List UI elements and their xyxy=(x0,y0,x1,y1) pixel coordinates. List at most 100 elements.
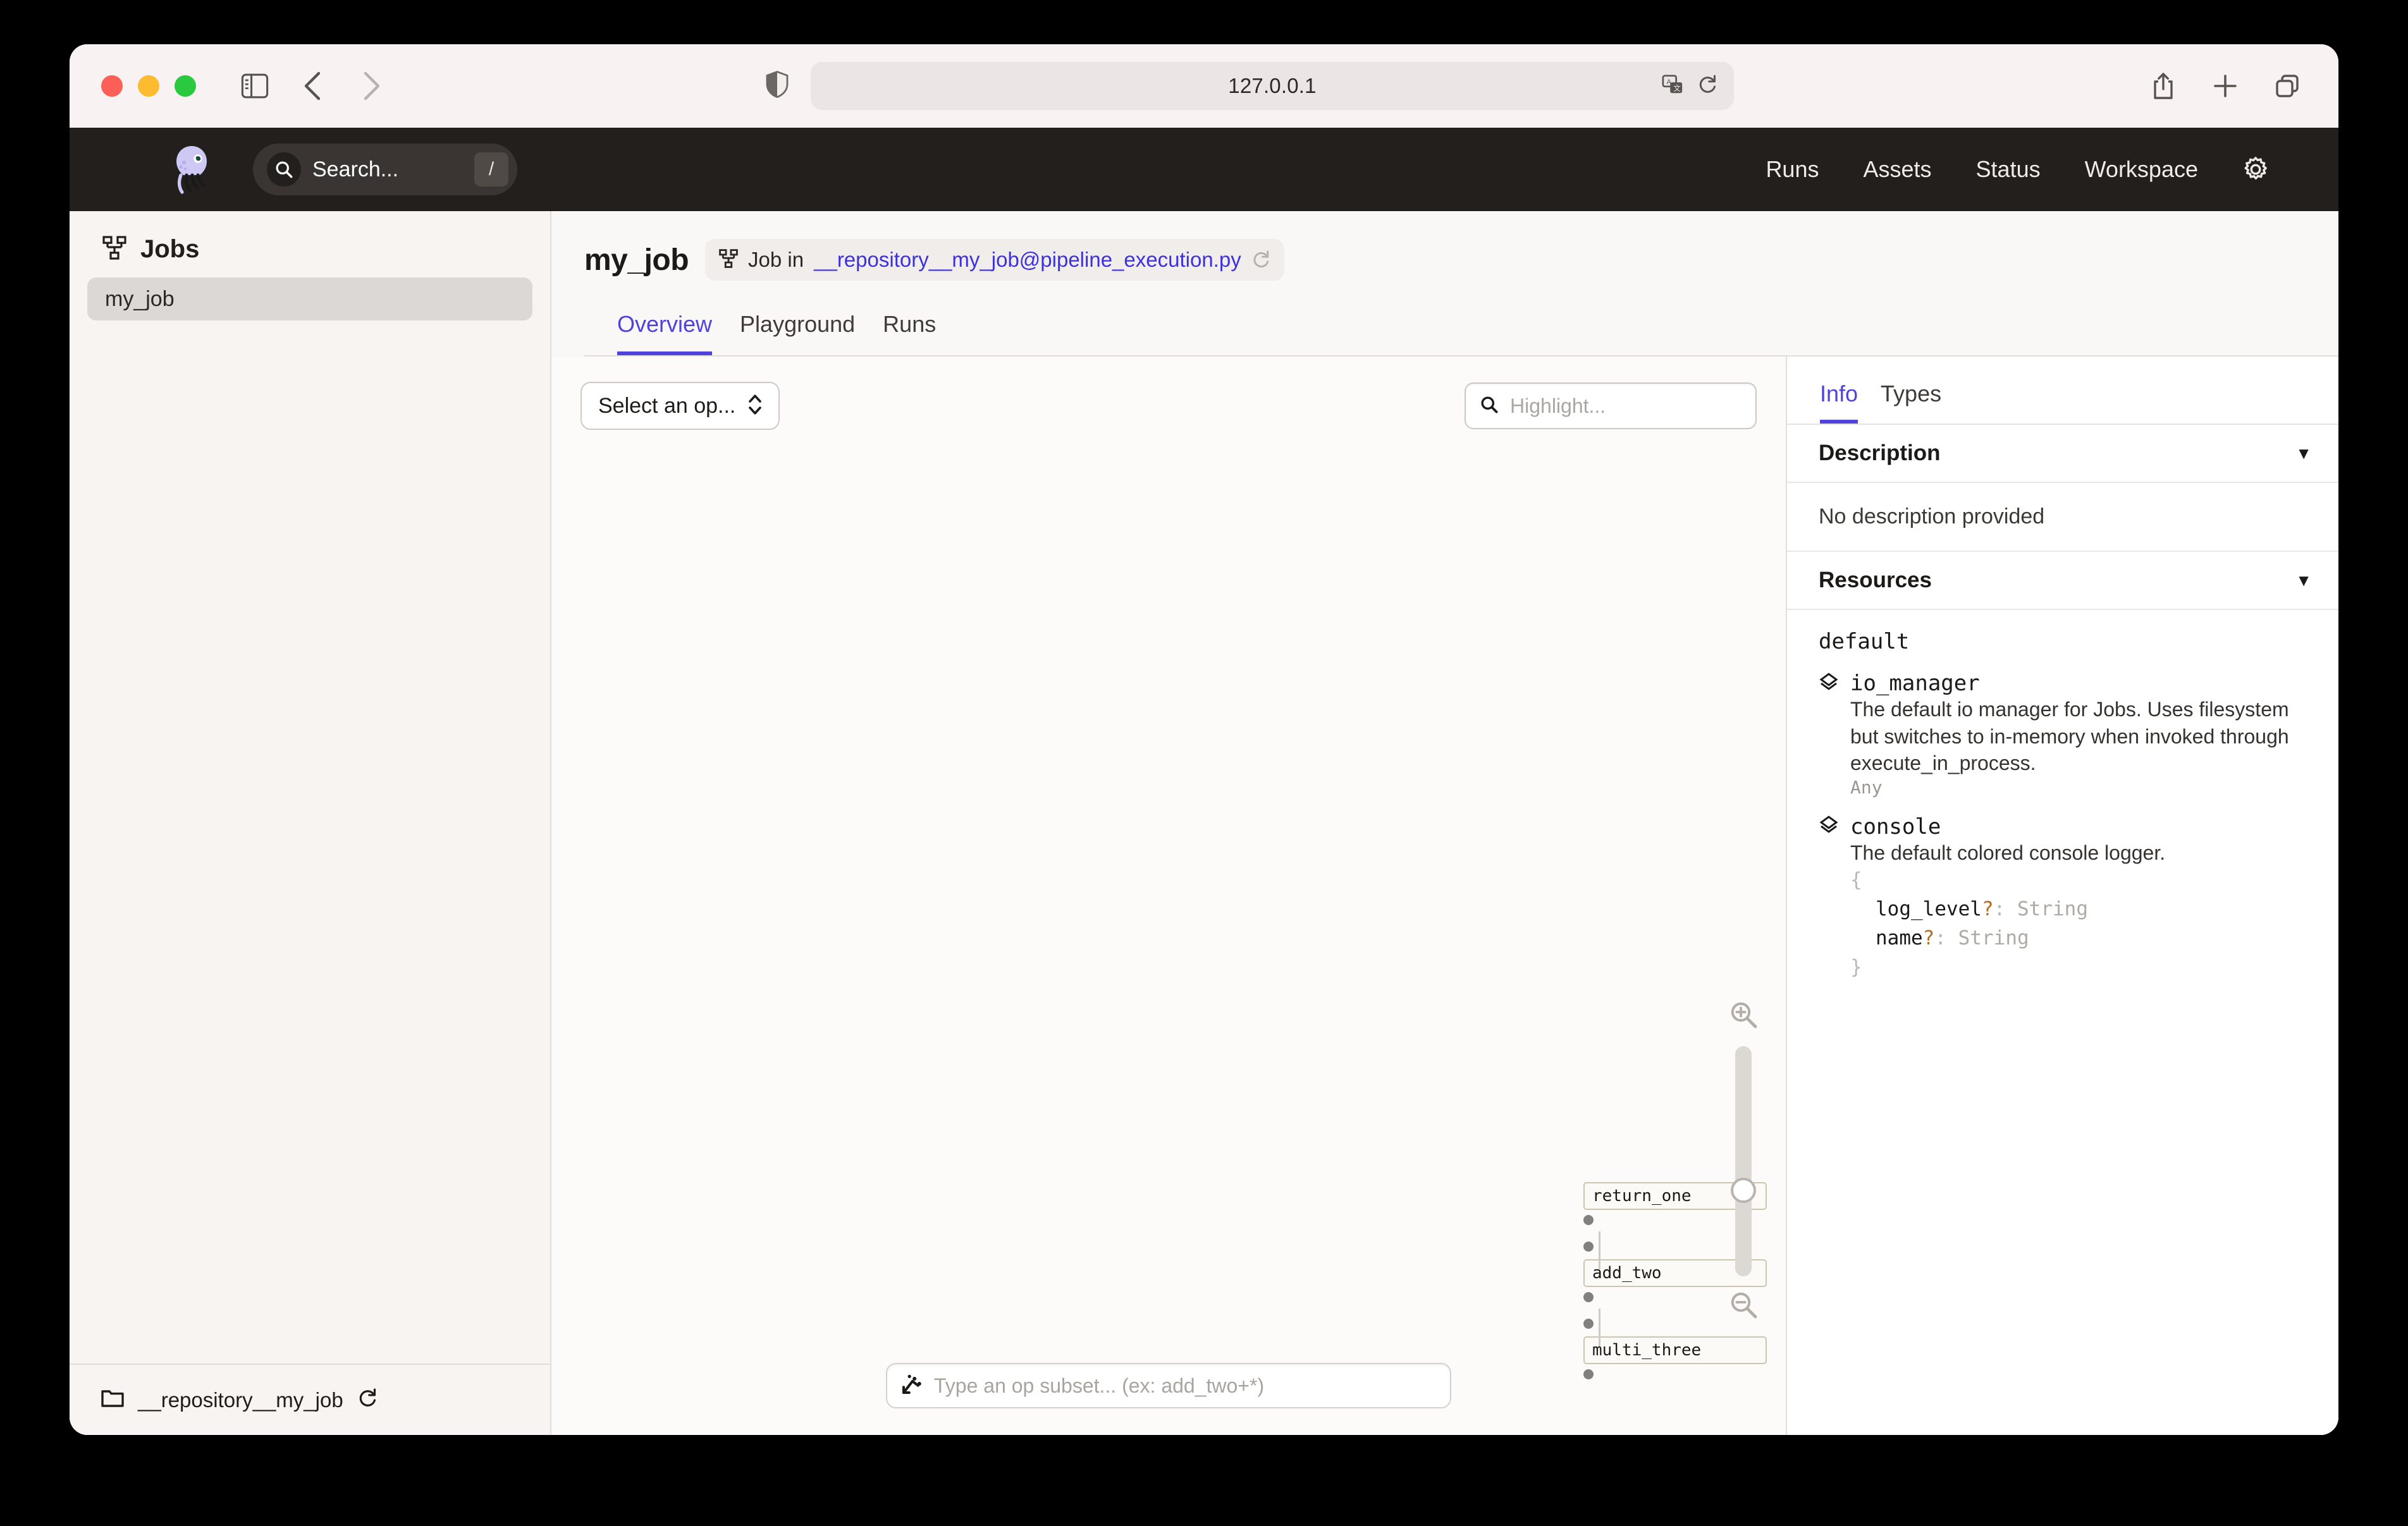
search-icon xyxy=(1480,395,1499,417)
resources-section-header[interactable]: Resources ▼ xyxy=(1787,552,2338,610)
chevron-down-icon[interactable]: ▼ xyxy=(2295,444,2312,463)
schema-field-type: String xyxy=(1958,927,2029,949)
maximize-window-button[interactable] xyxy=(175,75,196,97)
tab-playground[interactable]: Playground xyxy=(740,311,855,355)
highlight-search-box[interactable]: Highlight... xyxy=(1465,382,1757,429)
browser-right-icons xyxy=(2147,70,2303,102)
repository-origin-link[interactable]: __repository__my_job@pipeline_execution.… xyxy=(814,248,1241,272)
sidebar-toggle-icon[interactable] xyxy=(239,70,271,102)
privacy-shield-icon[interactable] xyxy=(765,71,789,102)
search-icon xyxy=(267,152,301,186)
job-title-row: my_job Job in __repository__my_job@pipel… xyxy=(584,239,2338,281)
main-content: my_job Job in __repository__my_job@pipel… xyxy=(551,211,2338,1435)
op-input-dot[interactable] xyxy=(1583,1242,1594,1252)
description-text: No description provided xyxy=(1819,504,2044,528)
dagster-logo[interactable] xyxy=(164,142,219,197)
nav-item-status[interactable]: Status xyxy=(1976,156,2041,183)
op-select-dropdown[interactable]: Select an op... xyxy=(580,382,780,430)
header-nav: Runs Assets Status Workspace xyxy=(1766,156,2269,183)
op-output-dot[interactable] xyxy=(1583,1369,1594,1379)
resources-body: default io_manager The default io manage… xyxy=(1787,610,2338,982)
zoom-out-icon[interactable] xyxy=(1729,1290,1758,1322)
sidebar-item-label: my_job xyxy=(105,287,175,312)
schema-field-log-level: log_level?: String xyxy=(1850,895,2307,924)
resource-item-io-manager: io_manager The default io manager for Jo… xyxy=(1819,671,2307,798)
sidebar-job-list: my_job xyxy=(70,278,550,320)
job-header: my_job Job in __repository__my_job@pipel… xyxy=(551,211,2338,357)
gear-icon[interactable] xyxy=(2242,156,2269,183)
browser-window: 127.0.0.1 A文 xyxy=(70,44,2338,1435)
op-subset-icon xyxy=(901,1374,923,1398)
window-controls xyxy=(101,75,196,97)
close-window-button[interactable] xyxy=(101,75,123,97)
chevron-down-icon[interactable]: ▼ xyxy=(2295,571,2312,590)
overview-body: Select an op... Highlight... xyxy=(551,357,2338,1435)
resource-name: console xyxy=(1850,814,1941,839)
nav-item-workspace[interactable]: Workspace xyxy=(2085,156,2198,183)
svg-text:文: 文 xyxy=(1673,83,1680,92)
tab-overview[interactable]: Overview xyxy=(617,311,712,355)
schema-close-brace: } xyxy=(1850,956,1862,979)
op-output-dot[interactable] xyxy=(1583,1215,1594,1225)
url-input[interactable]: 127.0.0.1 A文 xyxy=(811,62,1734,110)
op-subset-placeholder: Type an op subset... (ex: add_two+*) xyxy=(934,1374,1264,1398)
sidebar-item-my-job[interactable]: my_job xyxy=(87,278,532,320)
op-subset-input[interactable]: Type an op subset... (ex: add_two+*) xyxy=(886,1363,1451,1408)
description-section-header[interactable]: Description ▼ xyxy=(1787,425,2338,483)
app-body: Jobs my_job __repository__my_job xyxy=(70,211,2338,1435)
reload-icon[interactable] xyxy=(1251,250,1270,270)
page-title: my_job xyxy=(584,243,689,278)
url-text: 127.0.0.1 xyxy=(1228,74,1316,98)
translate-icon[interactable]: A文 xyxy=(1662,74,1683,99)
zoom-in-icon[interactable] xyxy=(1729,1000,1758,1032)
job-graph-icon xyxy=(102,236,126,263)
graph-toolbar: Select an op... Highlight... xyxy=(551,357,1786,430)
tabs-overview-icon[interactable] xyxy=(2271,70,2303,102)
op-select-label: Select an op... xyxy=(598,394,735,418)
forward-arrow-icon[interactable] xyxy=(355,70,387,102)
zoom-slider-thumb[interactable] xyxy=(1731,1178,1756,1203)
url-right-icons: A文 xyxy=(1662,74,1717,99)
sidebar-title: Jobs xyxy=(140,235,199,264)
tab-types[interactable]: Types xyxy=(1881,381,1941,424)
reload-icon[interactable] xyxy=(1697,74,1717,99)
job-location-badge: Job in __repository__my_job@pipeline_exe… xyxy=(705,239,1284,281)
schema-field-name: name?: String xyxy=(1850,924,2307,953)
op-input-dot[interactable] xyxy=(1583,1319,1594,1329)
schema-field-key: name xyxy=(1876,927,1923,949)
op-output-dot[interactable] xyxy=(1583,1292,1594,1302)
op-node-multi-three[interactable]: multi_three xyxy=(1583,1336,1767,1364)
folder-icon xyxy=(101,1388,124,1412)
zoom-controls xyxy=(1715,1000,1772,1322)
global-search-box[interactable]: Search... / xyxy=(253,143,517,195)
resource-diamond-icon xyxy=(1819,815,1839,838)
tab-info[interactable]: Info xyxy=(1820,381,1858,424)
job-tabs: Overview Playground Runs xyxy=(617,311,2338,355)
highlight-input[interactable]: Highlight... xyxy=(1510,394,1606,418)
nav-item-assets[interactable]: Assets xyxy=(1863,156,1931,183)
zoom-slider[interactable] xyxy=(1735,1046,1752,1276)
graph-canvas[interactable]: return_one xyxy=(551,430,1786,1336)
schema-open-brace: { xyxy=(1850,869,1862,891)
schema-field-type: String xyxy=(2017,898,2088,920)
repository-label: __repository__my_job xyxy=(138,1388,343,1412)
browser-nav-icons xyxy=(239,70,387,102)
minimize-window-button[interactable] xyxy=(138,75,159,97)
back-arrow-icon[interactable] xyxy=(297,70,329,102)
resources-title: Resources xyxy=(1819,568,1932,593)
plus-icon[interactable] xyxy=(2209,70,2241,102)
schema-field-colon: : xyxy=(1994,898,2006,920)
chevron-updown-icon xyxy=(747,393,763,420)
browser-toolbar: 127.0.0.1 A文 xyxy=(70,44,2338,128)
search-input[interactable]: Search... xyxy=(312,157,463,182)
repository-footer[interactable]: __repository__my_job xyxy=(70,1364,550,1435)
share-icon[interactable] xyxy=(2147,70,2179,102)
tab-runs[interactable]: Runs xyxy=(883,311,936,355)
info-panel-tabs: Info Types xyxy=(1787,357,2338,425)
op-node-label: multi_three xyxy=(1592,1341,1701,1360)
resource-diamond-icon xyxy=(1819,672,1839,695)
app-header: Search... / Runs Assets Status Workspace xyxy=(70,128,2338,211)
address-bar-area: 127.0.0.1 A文 xyxy=(811,62,1734,110)
nav-item-runs[interactable]: Runs xyxy=(1766,156,1819,183)
reload-icon[interactable] xyxy=(357,1388,378,1412)
